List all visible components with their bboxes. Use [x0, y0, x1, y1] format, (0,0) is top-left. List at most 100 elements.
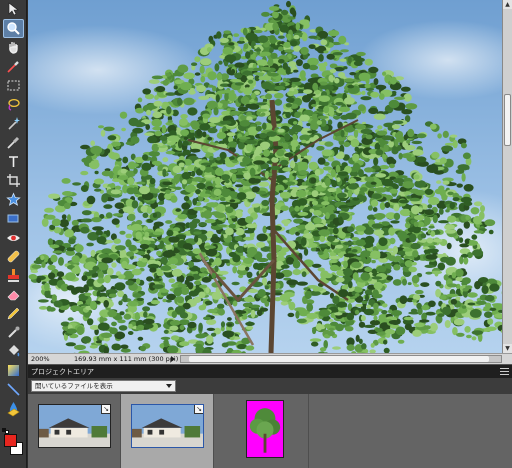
- leaf: [74, 344, 86, 351]
- leaf: [274, 85, 286, 91]
- leaf: [381, 135, 393, 141]
- leaf: [137, 97, 143, 103]
- magic-wand-tool-button[interactable]: [3, 114, 24, 133]
- leaf: [344, 97, 355, 105]
- leaf: [281, 142, 288, 146]
- panel-menu-icon[interactable]: [500, 368, 509, 375]
- leaf: [388, 227, 396, 236]
- straighten-tool-button[interactable]: [3, 209, 24, 228]
- selection-brush-tool-button[interactable]: [3, 133, 24, 152]
- leaf: [244, 139, 257, 145]
- eyedropper-tool-button[interactable]: [3, 57, 24, 76]
- leaf: [389, 188, 398, 194]
- thumbnail-house-photo-1[interactable]: ↘: [28, 394, 121, 468]
- zoom-tool-button[interactable]: [3, 19, 24, 38]
- project-bin-header[interactable]: プロジェクトエリア: [28, 364, 512, 378]
- horizontal-scrollbar[interactable]: [180, 355, 502, 363]
- scroll-up-icon[interactable]: ▲: [503, 0, 512, 9]
- hand-tool-button[interactable]: [3, 38, 24, 57]
- leaf: [323, 105, 330, 114]
- healing-brush-tool-button[interactable]: [3, 247, 24, 266]
- leaf: [392, 258, 399, 263]
- leaf: [184, 184, 196, 193]
- leaf: [484, 294, 495, 302]
- pencil-tool-button[interactable]: [3, 304, 24, 323]
- zoom-icon: [7, 22, 20, 35]
- leaf: [272, 22, 279, 31]
- leaf: [267, 58, 274, 67]
- bin-filter-select[interactable]: 開いているファイルを表示: [31, 380, 176, 392]
- leaf: [255, 263, 264, 271]
- red-eye-tool-button[interactable]: [3, 228, 24, 247]
- leaf: [47, 238, 53, 246]
- leaf: [303, 248, 309, 256]
- horizontal-scroll-thumb[interactable]: [189, 356, 489, 362]
- clone-stamp-tool-button[interactable]: [3, 266, 24, 285]
- leaf: [476, 300, 487, 305]
- leaf: [104, 148, 111, 154]
- default-colors-icon[interactable]: [2, 428, 9, 434]
- lasso-tool-button[interactable]: [3, 95, 24, 114]
- leaf: [110, 189, 121, 195]
- bin-filter-value: 開いているファイルを表示: [35, 382, 113, 390]
- eraser-tool-button[interactable]: [3, 285, 24, 304]
- vertical-scrollbar[interactable]: ▲ ▼: [502, 0, 512, 353]
- leaf: [45, 214, 56, 220]
- leaf: [136, 181, 146, 185]
- leaf: [246, 33, 252, 41]
- leaf: [403, 316, 414, 321]
- foreground-color-swatch[interactable]: [4, 434, 17, 447]
- leaf: [199, 193, 212, 198]
- gradient-tool-button[interactable]: [3, 361, 24, 380]
- leaf: [364, 235, 375, 245]
- leaf: [364, 83, 371, 89]
- brush-tool-button[interactable]: [3, 323, 24, 342]
- scroll-down-icon[interactable]: ▼: [503, 344, 512, 353]
- leaf: [280, 301, 289, 306]
- leaf: [85, 155, 92, 164]
- leaf: [369, 319, 381, 326]
- leaf: [66, 285, 75, 291]
- leaf: [223, 30, 232, 34]
- line-shape-tool-button[interactable]: [3, 380, 24, 399]
- thumbnail-house-photo-2[interactable]: ↘: [121, 394, 214, 468]
- leaf: [325, 191, 332, 197]
- eraser-icon: [7, 290, 20, 301]
- leaf: [398, 152, 403, 160]
- leaf: [71, 255, 80, 264]
- thumbnail-tree-cutout[interactable]: [214, 394, 309, 468]
- leaf: [290, 139, 299, 148]
- leaf: [234, 62, 245, 68]
- leaf: [206, 327, 216, 331]
- crop-tool-button[interactable]: [3, 171, 24, 190]
- leaf: [213, 188, 222, 196]
- vertical-scroll-thumb[interactable]: [504, 94, 511, 146]
- leaf: [114, 245, 126, 251]
- leaf: [265, 93, 273, 100]
- paint-bucket-tool-button[interactable]: [3, 342, 24, 361]
- leaf: [194, 235, 199, 243]
- type-tool-button[interactable]: [3, 152, 24, 171]
- leaf: [455, 268, 464, 278]
- leaf: [484, 219, 496, 227]
- leaf: [439, 157, 447, 164]
- leaf: [296, 281, 308, 286]
- leaf: [154, 130, 163, 137]
- leaf: [177, 64, 189, 73]
- leaf: [258, 76, 268, 81]
- marquee-tool-button[interactable]: [3, 76, 24, 95]
- sponge-tool-button[interactable]: [3, 402, 24, 421]
- leaf: [111, 321, 117, 327]
- leaf: [416, 133, 427, 139]
- leaf: [444, 229, 457, 234]
- document-canvas[interactable]: [28, 0, 502, 353]
- leaf: [135, 231, 142, 240]
- leaf: [227, 323, 233, 327]
- leaf: [31, 264, 42, 269]
- cookie-cutter-tool-button[interactable]: [3, 190, 24, 209]
- status-menu-arrow-icon[interactable]: [171, 356, 175, 362]
- move-tool-button[interactable]: [3, 0, 24, 19]
- zoom-readout[interactable]: 200%: [31, 354, 50, 364]
- leaf: [207, 136, 213, 141]
- leaf: [206, 335, 214, 344]
